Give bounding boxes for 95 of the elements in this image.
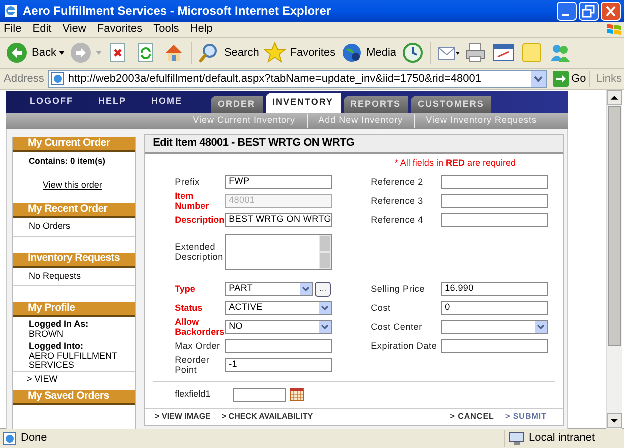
field-label: Status — [175, 303, 204, 313]
field-label: Selling Price — [371, 284, 426, 294]
nav-link[interactable]: HOME — [152, 95, 183, 109]
input-field[interactable] — [441, 194, 548, 208]
go-button-label[interactable]: Go — [572, 70, 586, 88]
field-label: Reference 3 — [371, 196, 424, 206]
section-header: My Recent Order — [13, 203, 136, 218]
calendar-icon[interactable] — [290, 388, 304, 401]
sidebar-label: Logged Into: — [28, 340, 84, 352]
field-label: flexfield1 — [175, 388, 212, 401]
dropdown-field[interactable]: NO — [225, 320, 332, 334]
nav-link[interactable]: LOGOFF — [30, 95, 74, 109]
address-url: http://web2003a/efulfillment/default.aspx?tabName=update_inv&iid=1750&rid=48001 — [68, 72, 482, 87]
sidebar-label: Contains: 0 item(s) — [28, 155, 107, 168]
section-header: My Current Order — [13, 137, 136, 152]
action-link[interactable]: > VIEW IMAGE — [155, 411, 211, 423]
field-label: Reference 4 — [371, 215, 424, 225]
window-title: Aero Fulfillment Services - Microsoft Internet Explorer — [23, 3, 332, 20]
globe-icon[interactable] — [340, 42, 364, 64]
menu-item[interactable]: View — [62, 21, 86, 38]
input-field[interactable]: 0 — [441, 301, 548, 315]
required-note: * All fields in RED are required — [394, 157, 517, 170]
page-icon — [51, 72, 66, 86]
dropdown-arrow-icon[interactable] — [59, 51, 66, 55]
field-label: Reorder Point — [175, 355, 211, 375]
printer-icon[interactable] — [464, 42, 488, 64]
scrollbar[interactable] — [606, 90, 622, 429]
menu-item[interactable]: Edit — [32, 21, 52, 38]
restore-icon[interactable] — [579, 2, 599, 20]
clock-icon[interactable] — [402, 42, 425, 64]
nav-link[interactable]: HELP — [98, 95, 127, 109]
action-link[interactable]: > CHECK AVAILABILITY — [222, 411, 314, 423]
section-header: Inventory Requests — [13, 252, 136, 268]
windows-logo-icon — [604, 22, 624, 37]
field-label: Reference 2 — [371, 177, 424, 187]
close-icon[interactable] — [601, 2, 621, 20]
menu-item[interactable]: File — [4, 21, 22, 38]
action-link[interactable]: > SUBMIT — [505, 411, 553, 423]
action-link[interactable]: > CANCEL — [450, 411, 494, 423]
minimize-icon[interactable] — [557, 2, 577, 20]
input-field[interactable] — [441, 213, 548, 227]
field-label: Prefix — [175, 177, 201, 187]
input-field[interactable]: BEST WRTG ON WRTG — [225, 213, 332, 227]
input-field[interactable]: FWP — [225, 175, 332, 189]
lookup-button[interactable]: ... — [315, 282, 332, 296]
sidebar-text: AERO FULFILLMENT SERVICES — [28, 352, 118, 371]
star-icon[interactable] — [264, 42, 288, 64]
sidebar-text: No Orders — [13, 218, 136, 237]
dropdown-field[interactable]: PART — [225, 282, 314, 296]
sidebar-label: Logged In As: — [28, 318, 90, 330]
input-field[interactable] — [441, 175, 548, 189]
dropdown-field[interactable] — [441, 320, 548, 334]
sidebar-text: BROWN — [28, 330, 64, 340]
zone-text: Local intranet — [529, 431, 596, 446]
field-label: Cost — [371, 303, 392, 313]
toolbar-button-label[interactable]: Media — [366, 44, 397, 62]
field-label: Description — [175, 215, 226, 225]
input-field[interactable] — [225, 339, 332, 353]
page-icon — [3, 432, 17, 446]
view-link[interactable]: > VIEW — [13, 370, 136, 388]
field-label: Item Number — [175, 191, 210, 211]
status-text: Done — [21, 431, 48, 446]
toolbar-button-label[interactable]: Favorites — [290, 44, 336, 62]
section-header: My Saved Orders — [13, 390, 136, 406]
toolbar-button-label[interactable]: Back — [32, 44, 56, 62]
text-area[interactable] — [225, 234, 332, 270]
field-label: Cost Center — [371, 322, 424, 332]
browser-icon — [3, 3, 19, 19]
dropdown-field[interactable]: ACTIVE — [225, 301, 332, 315]
field-label: Expiration Date — [371, 341, 438, 351]
section-header: My Profile — [13, 302, 136, 318]
field-label: Extended Description — [175, 242, 224, 262]
field-label: Max Order — [175, 341, 222, 351]
menu-item[interactable]: Help — [190, 21, 213, 38]
input-field[interactable] — [233, 388, 286, 402]
scrollbar-thumb[interactable] — [608, 106, 621, 346]
address-field[interactable]: http://web2003a/efulfillment/default.aspx?tabName=update_inv&iid=1750&rid=48001 — [48, 70, 547, 88]
sidebar-text: No Requests — [13, 268, 136, 286]
form-title: Edit Item 48001 - BEST WRTG ON WRTG — [145, 135, 563, 154]
scrollbar-icon — [319, 234, 332, 268]
nav-tab[interactable]: INVENTORY — [266, 93, 341, 113]
field-label: Allow Backorders — [175, 317, 226, 337]
input-field[interactable]: 16.990 — [441, 282, 548, 296]
menu-item[interactable]: Favorites — [97, 21, 143, 38]
input-field[interactable] — [441, 339, 548, 353]
input-field[interactable]: -1 — [225, 358, 332, 372]
view-order-link[interactable]: View this order — [13, 180, 136, 200]
menu-item[interactable]: Tools — [154, 21, 180, 38]
input-field: 48001 — [225, 194, 332, 208]
address-label: Address — [4, 72, 44, 87]
edit-page-icon[interactable] — [492, 42, 516, 64]
field-label: Type — [175, 284, 196, 294]
toolbar-button-label[interactable]: Search — [224, 44, 260, 62]
people-icon[interactable] — [548, 42, 572, 64]
intranet-icon — [509, 432, 525, 446]
